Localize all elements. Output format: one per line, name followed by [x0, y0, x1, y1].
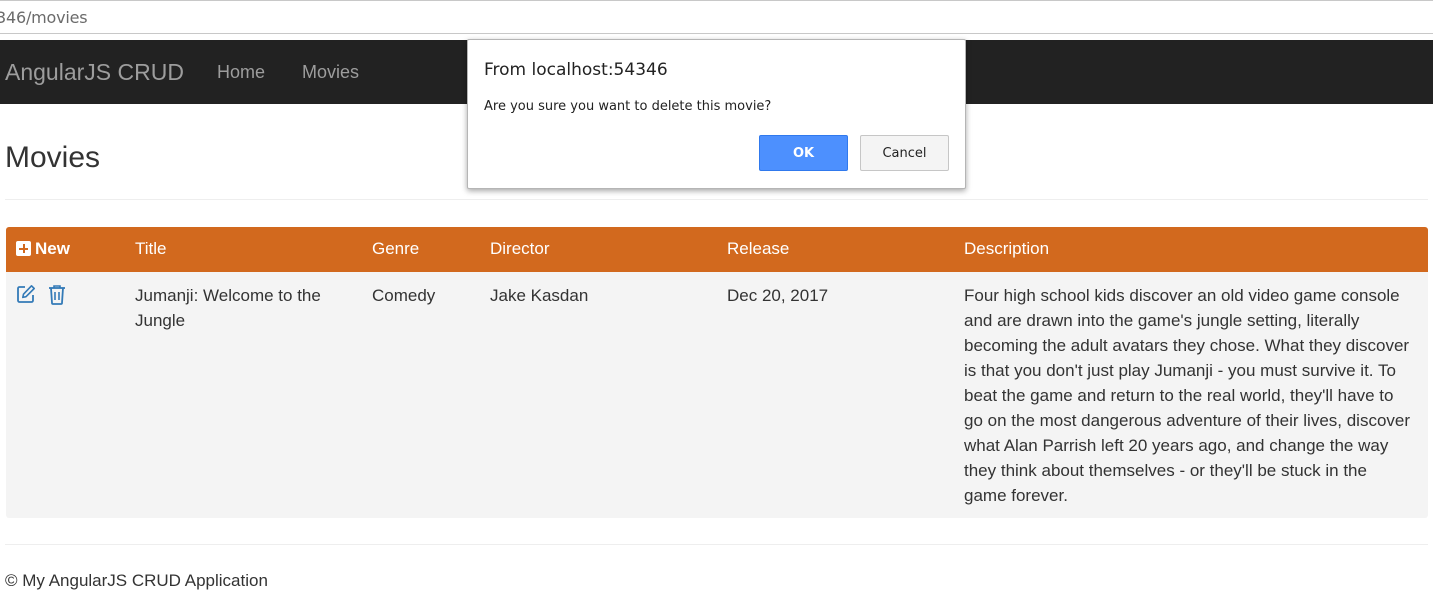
table-header: New Title Genre Director Release Descrip… [6, 227, 1428, 272]
footer-divider [5, 544, 1428, 545]
column-header-director: Director [490, 239, 550, 258]
movies-table: New Title Genre Director Release Descrip… [6, 227, 1428, 518]
navbar-brand[interactable]: AngularJS CRUD [5, 59, 184, 86]
new-button-label: New [35, 239, 70, 258]
dialog-message: Are you sure you want to delete this mov… [484, 99, 772, 114]
footer-text: © My AngularJS CRUD Application [5, 571, 268, 590]
nav-link-movies[interactable]: Movies [302, 62, 359, 83]
edit-icon[interactable] [16, 284, 36, 309]
page-title: Movies [5, 141, 101, 174]
column-header-genre: Genre [372, 239, 420, 258]
column-header-description: Description [964, 239, 1050, 258]
column-header-release: Release [727, 239, 790, 258]
confirm-dialog: From localhost:54346 Are you sure you wa… [467, 39, 966, 189]
trash-icon[interactable] [48, 284, 66, 310]
plus-square-icon [16, 241, 31, 256]
address-bar[interactable]: 346/movies [0, 0, 1433, 34]
divider [5, 199, 1428, 200]
cell-description: Four high school kids discover an old vi… [964, 286, 1411, 505]
cell-release: Dec 20, 2017 [727, 286, 829, 305]
address-bar-url[interactable]: 346/movies [0, 8, 88, 27]
cell-director: Jake Kasdan [490, 286, 589, 305]
new-movie-button[interactable]: New [16, 239, 70, 259]
cancel-button[interactable]: Cancel [860, 135, 949, 171]
cell-genre: Comedy [372, 286, 436, 305]
cell-title: Jumanji: Welcome to the Jungle [135, 286, 321, 330]
nav-link-home[interactable]: Home [217, 62, 265, 83]
dialog-title: From localhost:54346 [484, 60, 668, 80]
ok-button[interactable]: OK [759, 135, 848, 171]
column-header-title: Title [135, 239, 167, 258]
